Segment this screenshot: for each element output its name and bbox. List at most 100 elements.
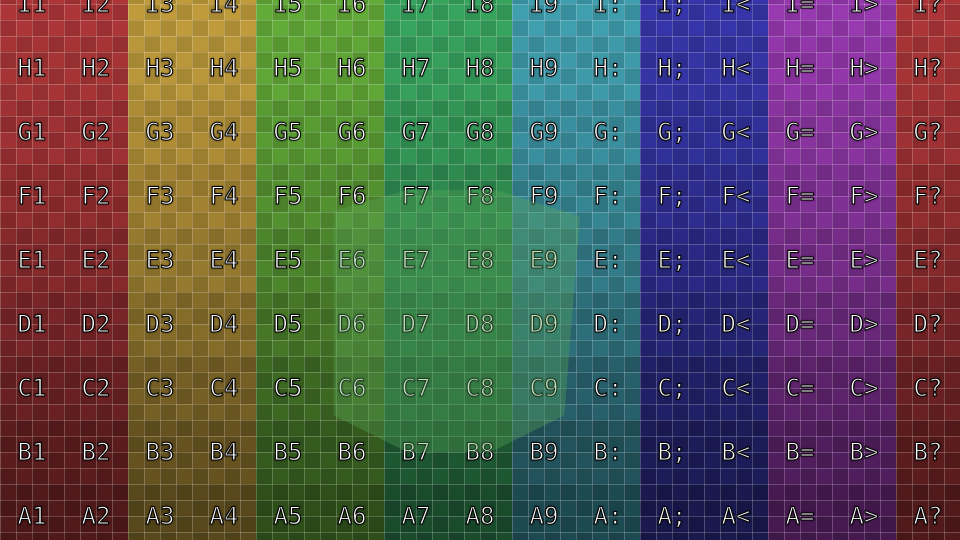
grid-cell: H3 — [128, 36, 192, 100]
grid-cell: I9 — [512, 0, 576, 36]
grid-cell: I6 — [320, 0, 384, 36]
grid-cell: E9 — [512, 228, 576, 292]
cell-label: A; — [657, 502, 687, 531]
cell-label: E1 — [17, 246, 47, 275]
cell-label: H= — [785, 54, 815, 83]
grid-cell: I2 — [64, 0, 128, 36]
grid-cell: A> — [832, 484, 896, 540]
grid-cell: A8 — [448, 484, 512, 540]
grid-cell: A< — [704, 484, 768, 540]
grid-cell: H> — [832, 36, 896, 100]
cell-label: G5 — [273, 118, 303, 147]
grid-cell: A3 — [128, 484, 192, 540]
cell-label: F7 — [401, 182, 431, 211]
grid-cell: F5 — [256, 164, 320, 228]
grid-cell: E5 — [256, 228, 320, 292]
cell-label: B? — [913, 438, 943, 467]
cell-label: I> — [849, 0, 879, 19]
cell-label: G7 — [401, 118, 431, 147]
grid-cell: F< — [704, 164, 768, 228]
cell-label: E? — [913, 246, 943, 275]
grid-cell: D; — [640, 292, 704, 356]
cell-label: I3 — [145, 0, 175, 19]
cell-label: D< — [721, 310, 751, 339]
grid-cell: D5 — [256, 292, 320, 356]
grid-cell: E2 — [64, 228, 128, 292]
grid-cell: G5 — [256, 100, 320, 164]
cell-label: A1 — [17, 502, 47, 531]
grid-cell: E; — [640, 228, 704, 292]
grid-cell: D2 — [64, 292, 128, 356]
grid-cell: B: — [576, 420, 640, 484]
grid-cell: H8 — [448, 36, 512, 100]
cell-label: D; — [657, 310, 687, 339]
grid-cell: C? — [896, 356, 960, 420]
grid-cell: D> — [832, 292, 896, 356]
cell-label: D? — [913, 310, 943, 339]
cell-label: D4 — [209, 310, 239, 339]
grid-cell: E6 — [320, 228, 384, 292]
cell-label: H> — [849, 54, 879, 83]
grid-cell: E4 — [192, 228, 256, 292]
cell-label: I? — [913, 0, 943, 19]
cell-label: F2 — [81, 182, 111, 211]
cell-label: C4 — [209, 374, 239, 403]
cell-label: G8 — [465, 118, 495, 147]
grid-cell: D4 — [192, 292, 256, 356]
cell-label: F1 — [17, 182, 47, 211]
grid-cell: D3 — [128, 292, 192, 356]
grid-cell: A5 — [256, 484, 320, 540]
cell-label: H7 — [401, 54, 431, 83]
grid-cell: H; — [640, 36, 704, 100]
grid-cell: E7 — [384, 228, 448, 292]
cell-label: D1 — [17, 310, 47, 339]
grid-cell: C4 — [192, 356, 256, 420]
grid-cell: F4 — [192, 164, 256, 228]
cell-label: I9 — [529, 0, 559, 19]
cell-label: C< — [721, 374, 751, 403]
grid-cell: B7 — [384, 420, 448, 484]
cell-label: B; — [657, 438, 687, 467]
cell-label: B8 — [465, 438, 495, 467]
grid-cell: G= — [768, 100, 832, 164]
cell-label: F> — [849, 182, 879, 211]
grid-cell: D9 — [512, 292, 576, 356]
cell-label: D8 — [465, 310, 495, 339]
grid-cell: I> — [832, 0, 896, 36]
grid-cell: C3 — [128, 356, 192, 420]
cell-label: D3 — [145, 310, 175, 339]
grid-cell: B4 — [192, 420, 256, 484]
cell-label: D: — [593, 310, 623, 339]
grid-cell: H6 — [320, 36, 384, 100]
cell-label: B7 — [401, 438, 431, 467]
cell-label: C; — [657, 374, 687, 403]
grid-cell: A4 — [192, 484, 256, 540]
cell-label: A> — [849, 502, 879, 531]
cell-label: D2 — [81, 310, 111, 339]
grid-cell: G< — [704, 100, 768, 164]
cell-label: G9 — [529, 118, 559, 147]
grid-cell: A; — [640, 484, 704, 540]
cell-label: E4 — [209, 246, 239, 275]
cell-label: C1 — [17, 374, 47, 403]
cell-label: I; — [657, 0, 687, 19]
grid-cell: E? — [896, 228, 960, 292]
cell-label: C3 — [145, 374, 175, 403]
grid-cell: B9 — [512, 420, 576, 484]
grid-cell: D< — [704, 292, 768, 356]
grid-cell: B5 — [256, 420, 320, 484]
cell-label: A9 — [529, 502, 559, 531]
grid-cell: H? — [896, 36, 960, 100]
cell-label: A6 — [337, 502, 367, 531]
grid-cell: G3 — [128, 100, 192, 164]
grid-cell: H= — [768, 36, 832, 100]
grid-cell: D6 — [320, 292, 384, 356]
grid-cell: E3 — [128, 228, 192, 292]
cell-label: E2 — [81, 246, 111, 275]
cell-label: D> — [849, 310, 879, 339]
cell-label: B9 — [529, 438, 559, 467]
grid-cell: C9 — [512, 356, 576, 420]
cell-label: C? — [913, 374, 943, 403]
cell-label: G: — [593, 118, 623, 147]
cell-label: B> — [849, 438, 879, 467]
